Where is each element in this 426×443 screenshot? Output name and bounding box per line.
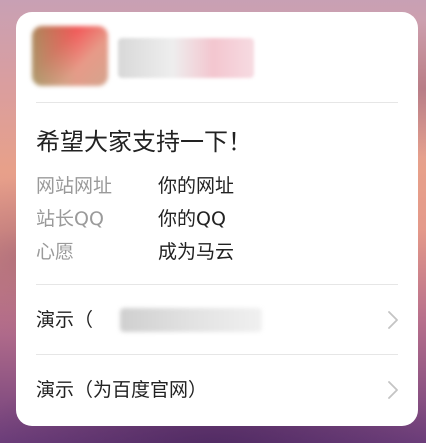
avatar[interactable] — [32, 26, 108, 86]
divider — [36, 284, 398, 285]
demo-link-row[interactable]: 演示（ — [16, 286, 418, 354]
info-label: 网站网址 — [36, 175, 113, 197]
divider — [36, 354, 398, 355]
baidu-demo-link-row[interactable]: 演示（为百度官网） — [16, 356, 418, 424]
info-card: 希望大家支持一下！ 网站网址 你的网址 站长QQ 你的QQ 心愿 成为马云 演示… — [16, 12, 418, 426]
chevron-right-icon — [388, 381, 398, 399]
demo-link-label: 演示（ — [36, 309, 94, 331]
chevron-right-icon — [388, 311, 398, 329]
profile-name-redacted — [118, 38, 254, 78]
info-value: 你的QQ — [158, 208, 226, 230]
info-label: 心愿 — [36, 241, 75, 263]
profile-header — [16, 12, 418, 102]
divider — [36, 102, 398, 103]
info-label: 站长QQ — [36, 208, 104, 230]
baidu-demo-link-label: 演示（为百度官网） — [36, 379, 208, 401]
info-value: 成为马云 — [158, 241, 235, 263]
info-value: 你的网址 — [158, 175, 235, 197]
card-title: 希望大家支持一下！ — [36, 128, 252, 156]
redacted-url — [120, 308, 262, 332]
